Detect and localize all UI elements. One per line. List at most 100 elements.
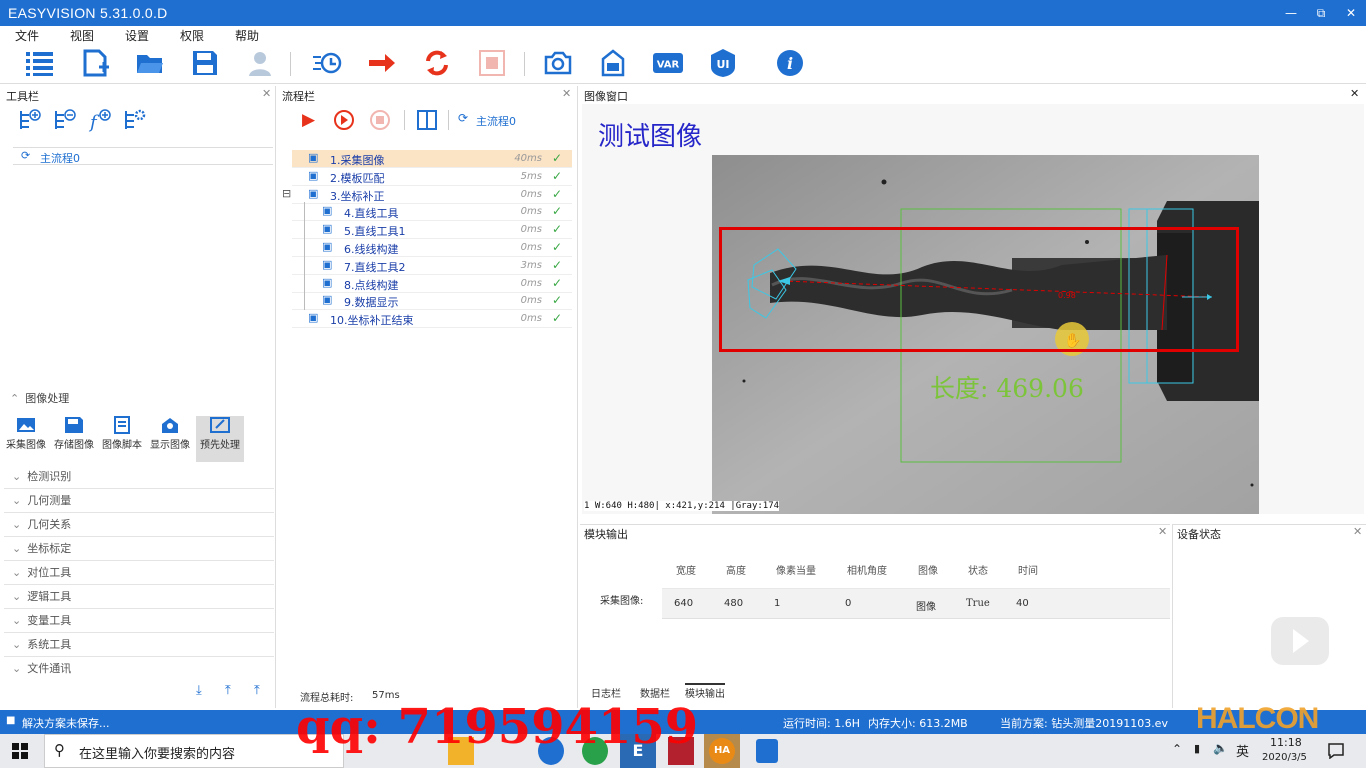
category-system[interactable]: ⌄ 系统工具 bbox=[4, 634, 274, 657]
loop-run-icon[interactable] bbox=[422, 48, 452, 78]
category-file-comm[interactable]: ⌄ 文件通讯 bbox=[4, 658, 274, 681]
arrow-top-icon[interactable]: ⤒ bbox=[254, 683, 260, 698]
arrow-up-icon[interactable]: ⤒ bbox=[225, 683, 231, 698]
category-detection[interactable]: ⌄ 检测识别 bbox=[4, 466, 274, 489]
flow-step[interactable]: ▣ 5.直线工具1 0ms ✓ bbox=[292, 220, 572, 240]
flow-step[interactable]: ▣ 4.直线工具 0ms ✓ bbox=[292, 202, 572, 222]
halcon-taskbar-icon[interactable]: HA bbox=[704, 734, 740, 768]
category-alignment[interactable]: ⌄ 对位工具 bbox=[4, 562, 274, 585]
tab-data[interactable]: 数据栏 bbox=[640, 685, 670, 700]
category-variables[interactable]: ⌄ 变量工具 bbox=[4, 610, 274, 633]
flow-step[interactable]: ▣ 3.坐标补正 0ms ✓ ⊟ bbox=[282, 186, 572, 204]
flow-step[interactable]: ▣ 8.点线构建 0ms ✓ bbox=[292, 273, 572, 293]
category-geometry-measure[interactable]: ⌄ 几何测量 bbox=[4, 490, 274, 513]
close-icon[interactable]: ✕ bbox=[1158, 525, 1167, 538]
volume-icon[interactable]: 🔈 bbox=[1213, 741, 1228, 755]
step-label: 10.坐标补正结束 bbox=[330, 314, 414, 328]
flow-step[interactable]: ▣ 6.线线构建 0ms ✓ bbox=[292, 238, 572, 257]
menu-settings[interactable]: 设置 bbox=[125, 27, 149, 44]
tab-module-output[interactable]: 模块输出 bbox=[685, 683, 725, 700]
col-time: 时间 bbox=[1018, 566, 1038, 577]
category-geometry-relation[interactable]: ⌄ 几何关系 bbox=[4, 514, 274, 537]
restore-button[interactable]: ⧉ bbox=[1311, 3, 1331, 23]
cell-image[interactable]: 图像 bbox=[916, 598, 936, 613]
step-time: 0ms bbox=[520, 277, 542, 289]
list-icon[interactable] bbox=[25, 48, 55, 78]
close-icon[interactable]: ✕ bbox=[562, 87, 571, 100]
arrow-down-icon[interactable]: ⤓ bbox=[196, 683, 202, 698]
close-window-button[interactable]: ✕ bbox=[1341, 3, 1361, 23]
store-taskbar-icon[interactable] bbox=[756, 739, 778, 763]
remove-process-icon[interactable] bbox=[53, 108, 77, 132]
svg-text:UI: UI bbox=[716, 58, 729, 71]
play-overlay-icon[interactable] bbox=[1269, 613, 1331, 669]
tool-capture-image[interactable]: 采集图像 bbox=[2, 416, 50, 462]
split-view-icon[interactable] bbox=[416, 109, 438, 131]
stop-circle-icon[interactable] bbox=[369, 109, 391, 131]
step-label: 6.线线构建 bbox=[344, 243, 399, 256]
new-file-icon[interactable] bbox=[80, 48, 110, 78]
flow-step[interactable]: ▣ 7.直线工具2 3ms ✓ bbox=[292, 255, 572, 275]
save-icon[interactable] bbox=[190, 48, 220, 78]
ime-indicator[interactable]: 英 bbox=[1236, 741, 1249, 760]
category-calibration[interactable]: ⌄ 坐标标定 bbox=[4, 538, 274, 561]
user-icon[interactable] bbox=[245, 48, 275, 78]
image-window: 图像窗口 ✕ 测试图像 ✋ 0.98 长度: 469.06 1 W:640 H:… bbox=[580, 86, 1366, 522]
arrow-right-icon[interactable] bbox=[367, 48, 397, 78]
category-logic[interactable]: ⌄ 逻辑工具 bbox=[4, 586, 274, 609]
tree-item-main-process[interactable]: ⟳ 主流程0 bbox=[13, 147, 273, 165]
tree-line bbox=[304, 255, 305, 275]
process-settings-icon[interactable] bbox=[123, 108, 147, 132]
play-icon[interactable]: ▶ bbox=[302, 110, 315, 130]
device-icon[interactable] bbox=[598, 48, 628, 78]
search-icon: ⚲ bbox=[54, 741, 65, 759]
close-icon[interactable]: ✕ bbox=[1353, 525, 1362, 538]
variable-icon[interactable]: VAR bbox=[653, 48, 683, 78]
clock-date[interactable]: 2020/3/5 bbox=[1262, 752, 1307, 763]
flow-step[interactable]: ▣ 2.模板匹配 5ms ✓ bbox=[292, 168, 572, 186]
open-folder-icon[interactable] bbox=[135, 48, 165, 78]
menu-file[interactable]: 文件 bbox=[15, 27, 39, 44]
battery-icon[interactable]: ▮ bbox=[1194, 742, 1200, 755]
step-time: 0ms bbox=[520, 295, 542, 307]
menu-view[interactable]: 视图 bbox=[70, 27, 94, 44]
chevron-up-icon[interactable]: ⌃ bbox=[1172, 742, 1182, 756]
category-label: 坐标标定 bbox=[27, 542, 72, 555]
stop-icon[interactable] bbox=[477, 48, 507, 78]
flow-step[interactable]: ▣ 10.坐标补正结束 0ms ✓ bbox=[292, 310, 572, 329]
windows-start-icon[interactable] bbox=[12, 743, 28, 759]
cell-time: 40 bbox=[1016, 598, 1029, 609]
info-icon[interactable]: i bbox=[775, 48, 805, 78]
toolbox-title: 工具栏 bbox=[6, 90, 39, 103]
notification-icon[interactable] bbox=[1328, 743, 1344, 759]
category-image-processing[interactable]: ⌃ 图像处理 bbox=[4, 390, 274, 410]
clock-time[interactable]: 11:18 bbox=[1270, 736, 1302, 749]
collapse-icon[interactable]: ⊟ bbox=[282, 187, 291, 200]
category-label: 几何关系 bbox=[27, 518, 72, 531]
minimize-button[interactable]: — bbox=[1281, 3, 1301, 23]
toolbox-actions: f bbox=[18, 108, 158, 134]
title-bar: EASYVISION 5.31.0.0.D — ⧉ ✕ bbox=[0, 0, 1366, 26]
tool-image-script[interactable]: 图像脚本 bbox=[98, 416, 146, 462]
add-process-icon[interactable] bbox=[18, 108, 42, 132]
main-toolbar: VAR UI i bbox=[0, 44, 1366, 84]
run-once-icon[interactable] bbox=[312, 48, 342, 78]
close-icon[interactable]: ✕ bbox=[1350, 87, 1359, 100]
close-icon[interactable]: ✕ bbox=[262, 87, 271, 100]
ui-designer-icon[interactable]: UI bbox=[708, 48, 738, 78]
tool-save-image[interactable]: 存储图像 bbox=[50, 416, 98, 462]
flow-step[interactable]: ▣ 1.采集图像 40ms ✓ bbox=[292, 150, 572, 168]
flow-step[interactable]: ▣ 9.数据显示 0ms ✓ bbox=[292, 291, 572, 311]
tab-log[interactable]: 日志栏 bbox=[591, 685, 621, 700]
run-cycle-icon[interactable] bbox=[333, 109, 355, 131]
function-icon[interactable]: f bbox=[88, 108, 112, 132]
tool-display-image[interactable]: 显示图像 bbox=[146, 416, 194, 462]
flow-tab-main[interactable]: 主流程0 bbox=[476, 113, 516, 129]
step-icon: ▣ bbox=[322, 240, 333, 253]
camera-icon[interactable] bbox=[543, 48, 573, 78]
tool-preprocess[interactable]: 预先处理 bbox=[196, 416, 244, 462]
menu-permissions[interactable]: 权限 bbox=[180, 27, 204, 44]
roi-rectangle[interactable] bbox=[719, 227, 1239, 352]
status-runtime: 运行时间: 1.6H bbox=[783, 717, 860, 730]
menu-help[interactable]: 帮助 bbox=[235, 27, 259, 44]
